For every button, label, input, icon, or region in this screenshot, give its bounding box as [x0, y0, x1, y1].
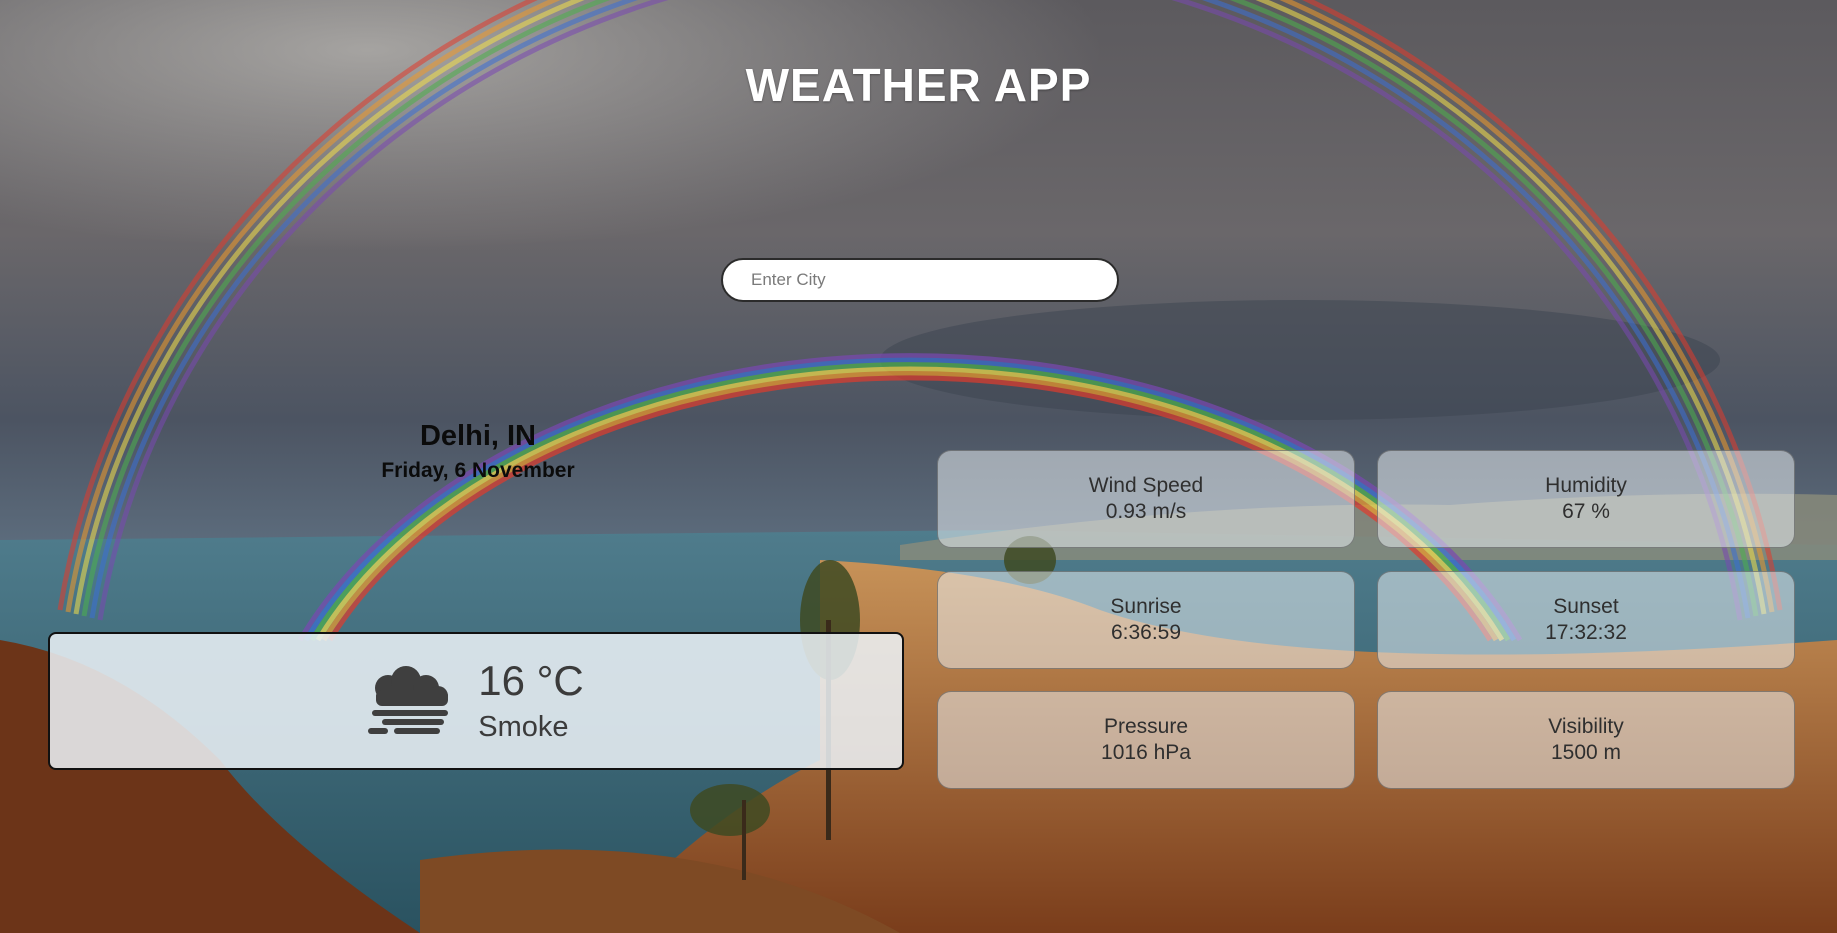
sunset-value: 17:32:32 — [1545, 621, 1627, 644]
visibility-value: 1500 m — [1550, 741, 1622, 764]
temperature-value: 16 °C — [478, 657, 584, 705]
pressure-label: Pressure — [1103, 714, 1189, 738]
sunrise-value: 6:36:59 — [1110, 621, 1182, 644]
city-search-input[interactable] — [721, 258, 1119, 302]
sunset-label: Sunset — [1553, 594, 1619, 618]
location-block: Delhi, IN Friday, 6 November — [340, 420, 616, 483]
humidity-value: 67 % — [1562, 500, 1610, 523]
wind-speed-card: Wind Speed 0.93 m/s — [937, 450, 1355, 548]
pressure-value: 1016 hPa — [1101, 741, 1191, 764]
current-weather-card: 16 °C Smoke — [48, 632, 904, 770]
wind-speed-value: 0.93 m/s — [1105, 500, 1187, 523]
humidity-label: Humidity — [1545, 473, 1627, 497]
current-date: Friday, 6 November — [381, 459, 575, 482]
search-box[interactable] — [721, 258, 1119, 302]
visibility-label: Visibility — [1548, 714, 1624, 738]
app-title: WEATHER APP — [745, 59, 1092, 111]
smoke-cloud-icon — [368, 666, 449, 734]
wind-speed-label: Wind Speed — [1088, 473, 1204, 497]
pressure-card: Pressure 1016 hPa — [937, 691, 1355, 789]
sunrise-card: Sunrise 6:36:59 — [937, 571, 1355, 669]
humidity-card: Humidity 67 % — [1377, 450, 1795, 548]
sunset-card: Sunset 17:32:32 — [1377, 571, 1795, 669]
weather-condition: Smoke — [478, 710, 569, 743]
current-weather-text: 16 °C Smoke — [478, 658, 584, 743]
city-name: Delhi, IN — [419, 420, 536, 452]
sunrise-label: Sunrise — [1110, 594, 1182, 618]
visibility-card: Visibility 1500 m — [1377, 691, 1795, 789]
